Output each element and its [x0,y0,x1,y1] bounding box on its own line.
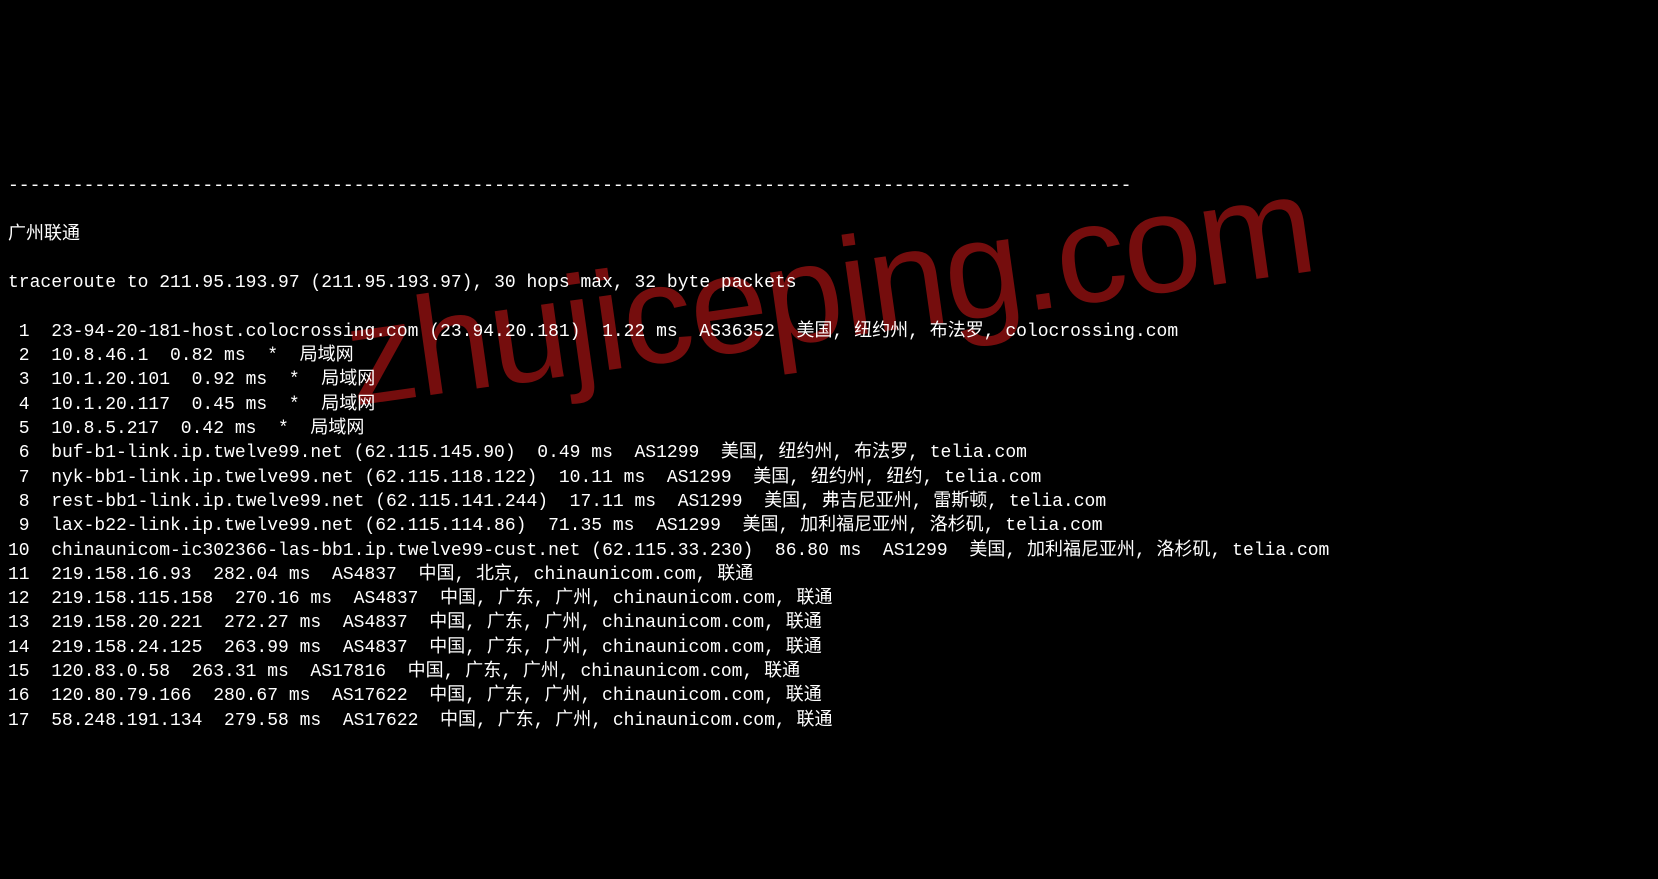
traceroute-hop: 123-94-20-181-host.colocrossing.com (23.… [8,320,1650,344]
traceroute-hop: 15120.83.0.58 263.31 ms AS17816 中国, 广东, … [8,660,1650,684]
hop-number: 14 [8,636,30,660]
hop-number: 11 [8,563,30,587]
traceroute-hop: 16120.80.79.166 280.67 ms AS17622 中国, 广东… [8,684,1650,708]
hop-number: 9 [8,514,30,538]
traceroute-hop: 7nyk-bb1-link.ip.twelve99.net (62.115.11… [8,466,1650,490]
hop-number: 1 [8,320,30,344]
hop-number: 16 [8,684,30,708]
hop-content: 23-94-20-181-host.colocrossing.com (23.9… [30,320,1179,344]
hop-content: 120.83.0.58 263.31 ms AS17816 中国, 广东, 广州… [30,660,801,684]
hop-content: chinaunicom-ic302366-las-bb1.ip.twelve99… [30,539,1330,563]
hop-content: 10.8.5.217 0.42 ms * 局域网 [30,417,365,441]
hop-number: 2 [8,344,30,368]
hop-content: 219.158.16.93 282.04 ms AS4837 中国, 北京, c… [30,563,754,587]
hop-number: 4 [8,393,30,417]
traceroute-hop: 210.8.46.1 0.82 ms * 局域网 [8,344,1650,368]
traceroute-header: traceroute to 211.95.193.97 (211.95.193.… [8,271,1650,295]
hop-content: buf-b1-link.ip.twelve99.net (62.115.145.… [30,441,1027,465]
divider-line: ----------------------------------------… [8,174,1650,198]
hop-content: 219.158.115.158 270.16 ms AS4837 中国, 广东,… [30,587,833,611]
hop-content: nyk-bb1-link.ip.twelve99.net (62.115.118… [30,466,1042,490]
hop-number: 12 [8,587,30,611]
hop-content: 58.248.191.134 279.58 ms AS17622 中国, 广东,… [30,709,833,733]
traceroute-hop: 510.8.5.217 0.42 ms * 局域网 [8,417,1650,441]
hop-number: 3 [8,368,30,392]
traceroute-hop: 410.1.20.117 0.45 ms * 局域网 [8,393,1650,417]
hop-content: 219.158.24.125 263.99 ms AS4837 中国, 广东, … [30,636,822,660]
traceroute-hop: 6buf-b1-link.ip.twelve99.net (62.115.145… [8,441,1650,465]
traceroute-hop: 11219.158.16.93 282.04 ms AS4837 中国, 北京,… [8,563,1650,587]
hop-content: lax-b22-link.ip.twelve99.net (62.115.114… [30,514,1103,538]
traceroute-hop: 14219.158.24.125 263.99 ms AS4837 中国, 广东… [8,636,1650,660]
traceroute-title: 广州联通 [8,223,1650,247]
traceroute-hop: 13219.158.20.221 272.27 ms AS4837 中国, 广东… [8,611,1650,635]
hop-number: 5 [8,417,30,441]
hop-content: 10.1.20.117 0.45 ms * 局域网 [30,393,376,417]
hop-content: 219.158.20.221 272.27 ms AS4837 中国, 广东, … [30,611,822,635]
terminal-output: ----------------------------------------… [8,150,1650,757]
hop-number: 10 [8,539,30,563]
traceroute-hop: 12219.158.115.158 270.16 ms AS4837 中国, 广… [8,587,1650,611]
traceroute-hop: 8rest-bb1-link.ip.twelve99.net (62.115.1… [8,490,1650,514]
hop-content: 120.80.79.166 280.67 ms AS17622 中国, 广东, … [30,684,822,708]
traceroute-hop: 9lax-b22-link.ip.twelve99.net (62.115.11… [8,514,1650,538]
hop-content: rest-bb1-link.ip.twelve99.net (62.115.14… [30,490,1107,514]
traceroute-hop: 310.1.20.101 0.92 ms * 局域网 [8,368,1650,392]
hop-number: 8 [8,490,30,514]
hop-number: 6 [8,441,30,465]
hop-content: 10.1.20.101 0.92 ms * 局域网 [30,368,376,392]
hop-number: 15 [8,660,30,684]
traceroute-hop: 1758.248.191.134 279.58 ms AS17622 中国, 广… [8,709,1650,733]
hop-content: 10.8.46.1 0.82 ms * 局域网 [30,344,354,368]
traceroute-hop: 10chinaunicom-ic302366-las-bb1.ip.twelve… [8,539,1650,563]
hop-number: 13 [8,611,30,635]
hop-number: 17 [8,709,30,733]
hop-number: 7 [8,466,30,490]
